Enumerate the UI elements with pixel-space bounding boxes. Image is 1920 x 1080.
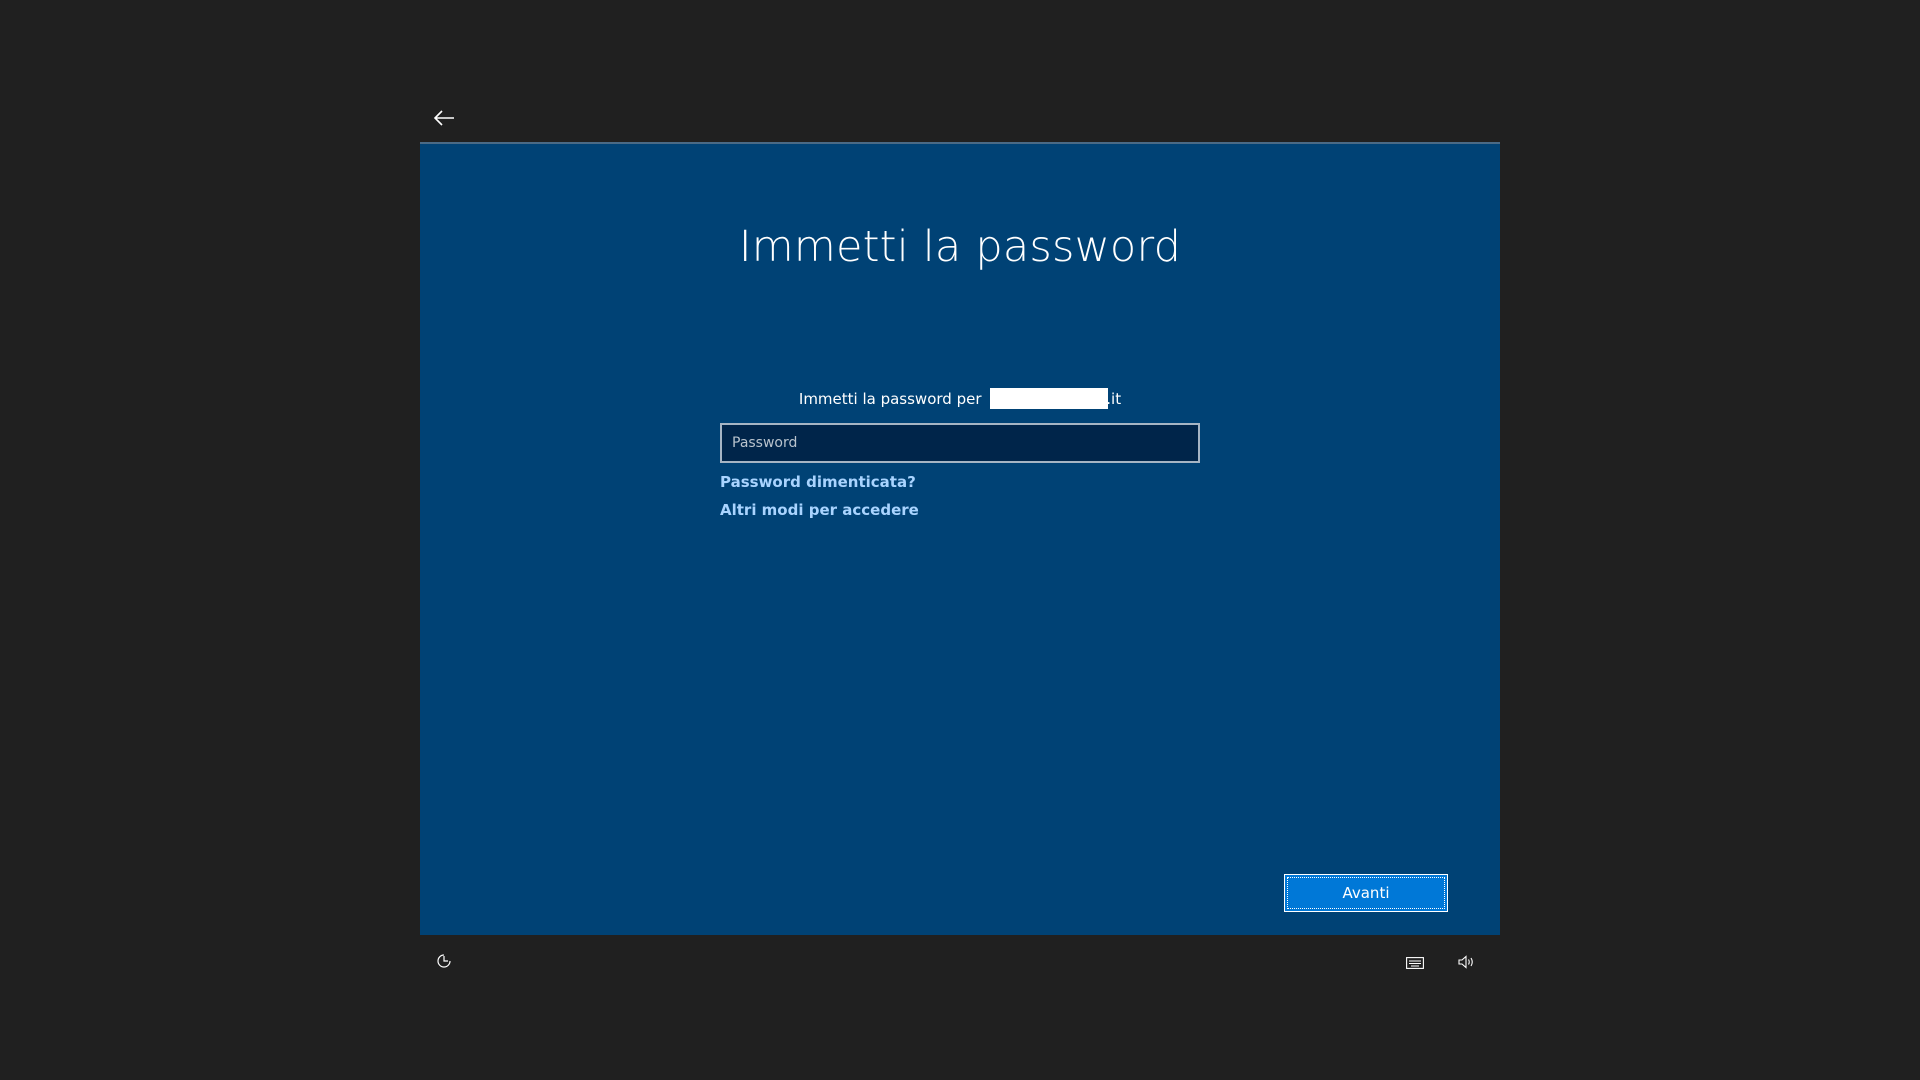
on-screen-keyboard-button[interactable] xyxy=(1403,952,1427,974)
email-domain-suffix: .it xyxy=(1106,390,1122,408)
volume-icon xyxy=(1458,954,1476,973)
password-input[interactable] xyxy=(720,423,1200,463)
back-arrow-icon xyxy=(433,109,455,131)
ease-of-access-button[interactable] xyxy=(432,952,456,974)
password-prompt: Immetti la password per .it xyxy=(420,388,1500,410)
forgot-password-link[interactable]: Password dimenticata? xyxy=(720,473,916,491)
ease-of-access-icon xyxy=(436,953,452,973)
redacted-email xyxy=(990,388,1109,409)
next-button[interactable]: Avanti xyxy=(1284,874,1448,912)
prompt-text: Immetti la password per xyxy=(798,390,982,408)
other-signin-options-link[interactable]: Altri modi per accedere xyxy=(720,501,919,519)
volume-button[interactable] xyxy=(1455,952,1479,974)
page-title: Immetti la password xyxy=(738,222,1182,272)
signin-panel: Immetti la password Immetti la password … xyxy=(420,142,1500,935)
keyboard-icon xyxy=(1406,954,1424,973)
back-button[interactable] xyxy=(430,108,458,132)
